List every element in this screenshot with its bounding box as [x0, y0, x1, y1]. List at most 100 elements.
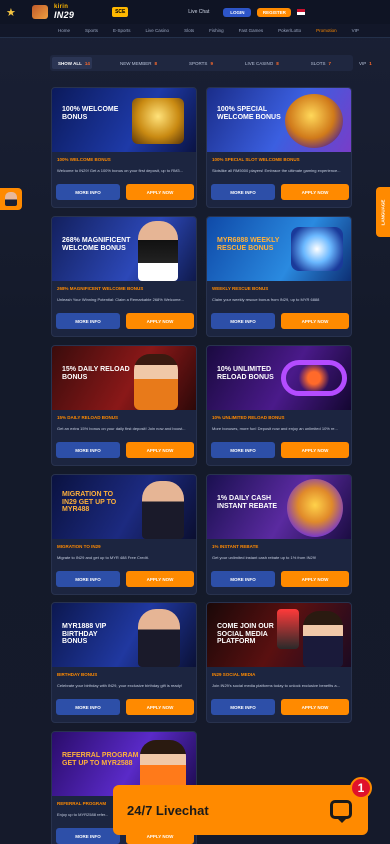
promo-banner[interactable]: 268% MAGNIFICENT WELCOME BONUS	[52, 217, 196, 281]
header-livechat-link[interactable]: Live Chat	[188, 9, 209, 15]
apply-now-button[interactable]: APPLY NOW	[126, 442, 194, 458]
nav-item-fishing[interactable]: Fishing	[209, 28, 224, 33]
promo-banner[interactable]: MYR1888 VIP BIRTHDAY BONUS	[52, 603, 196, 667]
promo-description: Celebrate your birthday with IN29, your …	[57, 683, 182, 688]
apply-now-button[interactable]: APPLY NOW	[126, 571, 194, 587]
tab-count: 8	[154, 60, 158, 66]
promo-card: 15% DAILY RELOAD BONUS 15% DAILY RELOAD …	[51, 345, 197, 466]
promo-title: 10% UNLIMITED RELOAD BONUS	[212, 415, 285, 420]
banner-text: REFERRAL PROGRAM GET UP TO MYR2588	[62, 752, 139, 767]
promo-title: 100% WELCOME BONUS	[57, 157, 111, 162]
ambassador-avatar	[5, 192, 17, 206]
promo-description: Slotslike all RM5000 players! Embrace th…	[212, 168, 341, 173]
promo-banner[interactable]: MIGRATION TO IN29 GET UP TO MYR488	[52, 475, 196, 539]
banner-text: 100% WELCOME BONUS	[62, 106, 119, 121]
banner-text: MYR1888 VIP BIRTHDAY BONUS	[62, 623, 107, 645]
treasure-chest-icon	[132, 98, 184, 144]
banner-text: 10% UNLIMITED RELOAD BONUS	[217, 366, 274, 381]
banner-text: 15% DAILY RELOAD BONUS	[62, 366, 130, 381]
side-language-tab[interactable]: LANGUAGE	[376, 187, 390, 237]
tab-sports[interactable]: SPORTS 9	[183, 57, 219, 69]
promo-card: MYR1888 VIP BIRTHDAY BONUS BIRTHDAY BONU…	[51, 602, 197, 723]
tab-live-casino[interactable]: LIVE CASINO 8	[239, 57, 285, 69]
apply-now-button[interactable]: APPLY NOW	[281, 313, 349, 329]
livechat-button[interactable]: 24/7 Livechat	[113, 785, 368, 835]
promo-description: Unleash Your Winning Potential: Claim a …	[57, 297, 184, 302]
language-flag-icon[interactable]	[297, 9, 306, 15]
more-info-button[interactable]: MORE INFO	[211, 184, 275, 200]
nav-item-home[interactable]: Home	[58, 28, 70, 33]
tab-label: VIP	[359, 60, 367, 66]
promo-banner[interactable]: 100% SPECIAL WELCOME BONUS	[207, 88, 351, 152]
register-button[interactable]: REGISTER	[257, 7, 292, 17]
top-header: ★ kirin IN29 SCE Live Chat LOGIN REGISTE…	[0, 0, 390, 24]
promo-banner[interactable]: MYR6888 WEEKLY RESCUE BONUS	[207, 217, 351, 281]
promo-card: 100% WELCOME BONUS 100% WELCOME BONUS We…	[51, 87, 197, 208]
promo-card: MIGRATION TO IN29 GET UP TO MYR488 MIGRA…	[51, 474, 197, 595]
promo-description: Get your unlimited instant cash rebate u…	[212, 555, 317, 560]
more-info-button[interactable]: MORE INFO	[56, 571, 120, 587]
chat-bubble-icon	[330, 800, 352, 823]
mascot-icon	[32, 5, 48, 19]
apply-now-button[interactable]: APPLY NOW	[281, 442, 349, 458]
more-info-button[interactable]: MORE INFO	[56, 184, 120, 200]
ambassador-photo-icon	[142, 481, 184, 539]
side-ambassador-button[interactable]	[0, 188, 22, 210]
promo-banner[interactable]: 15% DAILY RELOAD BONUS	[52, 346, 196, 410]
tab-show-all[interactable]: SHOW ALL 14	[52, 57, 92, 69]
main-nav: Home Sports E-Sports Live Casino Slots F…	[0, 24, 390, 38]
nav-item-fast-games[interactable]: Fast Games	[239, 28, 264, 33]
tab-label: SPORTS	[189, 60, 208, 66]
tab-vip[interactable]: VIP 1	[353, 57, 378, 69]
promo-title: 100% SPECIAL SLOT WELCOME BONUS	[212, 157, 300, 162]
nav-item-promotion[interactable]: Promotion	[316, 28, 337, 33]
apply-now-button[interactable]: APPLY NOW	[281, 184, 349, 200]
promo-title: 15% DAILY RELOAD BONUS	[57, 415, 119, 420]
promo-title: 1% INSTANT REBATE	[212, 544, 259, 549]
more-info-button[interactable]: MORE INFO	[211, 442, 275, 458]
more-info-button[interactable]: MORE INFO	[211, 699, 275, 715]
login-button[interactable]: LOGIN	[223, 7, 252, 17]
site-logo[interactable]: kirin IN29	[54, 4, 74, 20]
nav-item-poker-lotto[interactable]: Poker/Lotto	[278, 28, 301, 33]
promo-banner[interactable]: 10% UNLIMITED RELOAD BONUS	[207, 346, 351, 410]
promo-banner[interactable]: 100% WELCOME BONUS	[52, 88, 196, 152]
more-info-button[interactable]: MORE INFO	[211, 571, 275, 587]
banner-text: 268% MAGNIFICENT WELCOME BONUS	[62, 237, 131, 252]
promo-title: IN29 SOCIAL MEDIA	[212, 672, 256, 677]
promo-description: Get an extra 15% bonus on your daily fir…	[57, 426, 186, 431]
tab-new-member[interactable]: NEW MEMBER 8	[114, 57, 163, 69]
apply-now-button[interactable]: APPLY NOW	[126, 184, 194, 200]
nav-item-esports[interactable]: E-Sports	[113, 28, 131, 33]
nav-item-slots[interactable]: Slots	[184, 28, 194, 33]
more-info-button[interactable]: MORE INFO	[56, 828, 120, 844]
more-info-button[interactable]: MORE INFO	[56, 699, 120, 715]
sce-badge[interactable]: SCE	[112, 7, 129, 17]
promotions-page: ★ kirin IN29 SCE Live Chat LOGIN REGISTE…	[0, 0, 390, 844]
nav-item-sports[interactable]: Sports	[85, 28, 98, 33]
nav-item-live-casino[interactable]: Live Casino	[146, 28, 170, 33]
apply-now-button[interactable]: APPLY NOW	[126, 313, 194, 329]
promo-banner[interactable]: COME JOIN OUR SOCIAL MEDIA PLATFORM	[207, 603, 351, 667]
promo-title: 268% MAGNIFICENT WELCOME BONUS	[57, 286, 144, 291]
tab-label: SLOTS	[310, 60, 326, 66]
promo-banner[interactable]: 1% DAILY CASH INSTANT REBATE	[207, 475, 351, 539]
promo-card: 268% MAGNIFICENT WELCOME BONUS 268% MAGN…	[51, 216, 197, 337]
apply-now-button[interactable]: APPLY NOW	[281, 699, 349, 715]
more-info-button[interactable]: MORE INFO	[211, 313, 275, 329]
tab-count: 9	[210, 60, 213, 66]
promo-title: MIGRATION TO IN29	[57, 544, 101, 549]
tab-slots[interactable]: SLOTS 7	[305, 57, 337, 69]
apply-now-button[interactable]: APPLY NOW	[281, 571, 349, 587]
more-info-button[interactable]: MORE INFO	[56, 442, 120, 458]
tab-label: LIVE CASINO	[244, 60, 274, 66]
apply-now-button[interactable]: APPLY NOW	[126, 699, 194, 715]
tab-count: 1	[369, 60, 372, 66]
tab-label: NEW MEMBER	[120, 60, 152, 66]
promotion-filter-tabs: SHOW ALL 14 NEW MEMBER 8 SPORTS 9 LIVE CASI…	[50, 55, 372, 71]
notification-badge: 1	[350, 777, 372, 799]
nav-item-vip[interactable]: VIP	[352, 28, 359, 33]
more-info-button[interactable]: MORE INFO	[56, 313, 120, 329]
star-icon[interactable]: ★	[6, 6, 18, 19]
tab-label: SHOW ALL	[58, 60, 82, 66]
